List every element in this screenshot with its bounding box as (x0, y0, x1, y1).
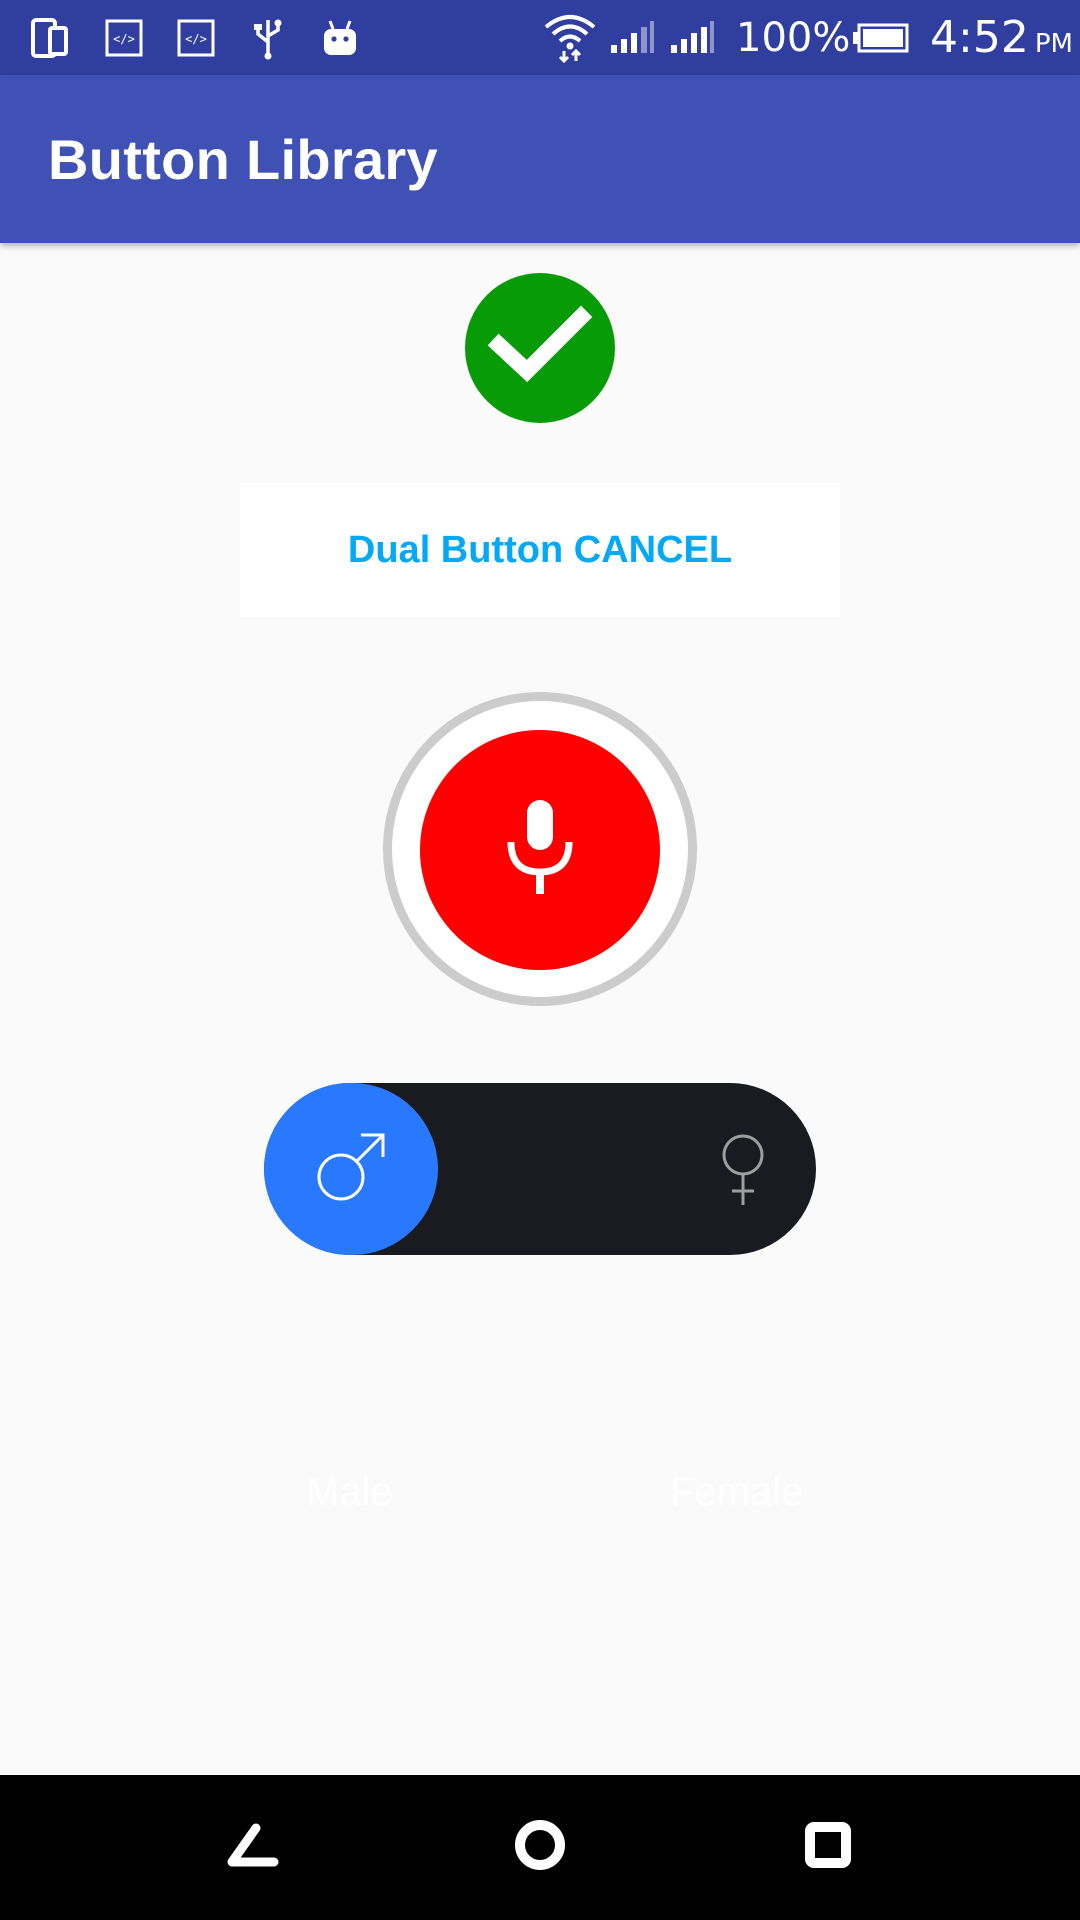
svg-text:</>: </> (113, 32, 135, 46)
back-button[interactable] (192, 1775, 312, 1920)
label-female: Female (670, 1470, 804, 1514)
check-button[interactable] (465, 273, 615, 423)
mic-button[interactable] (420, 730, 660, 970)
code-icon: </> (102, 0, 146, 75)
home-button[interactable] (480, 1775, 600, 1920)
wifi-icon (540, 0, 600, 75)
dual-button-cancel[interactable]: Dual Button CANCEL (240, 483, 840, 617)
signal-icon (608, 0, 656, 75)
status-bar: </> </> 100% 4:52 PM (0, 0, 1080, 75)
gender-toggle[interactable] (264, 1083, 816, 1255)
clock-time: 4:52 (930, 12, 1029, 63)
male-symbol-icon (311, 1127, 391, 1212)
female-symbol-icon (700, 1083, 786, 1255)
signal-icon (668, 0, 716, 75)
microphone-icon (505, 798, 575, 903)
phone-tablet-icon (28, 0, 72, 75)
battery-percent: 100% (736, 14, 851, 61)
screen: </> </> 100% 4:52 PM Button Library Dual… (0, 0, 1080, 1920)
android-icon (318, 0, 362, 75)
app-title: Button Library (48, 127, 438, 191)
label-male: Male (306, 1470, 393, 1514)
checkmark-icon (485, 301, 595, 396)
usb-icon (246, 0, 290, 75)
code-icon: </> (174, 0, 218, 75)
clock-ampm: PM (1034, 28, 1073, 59)
clock: 4:52 PM (930, 0, 1073, 75)
recents-button[interactable] (768, 1775, 888, 1920)
recents-icon (803, 1820, 853, 1875)
app-bar: Button Library (0, 75, 1080, 243)
home-icon (512, 1817, 568, 1878)
back-icon (222, 1820, 282, 1875)
svg-text:</>: </> (185, 32, 207, 46)
nav-bar (0, 1775, 1080, 1920)
toggle-knob-male[interactable] (264, 1083, 438, 1255)
battery-icon (850, 0, 912, 75)
